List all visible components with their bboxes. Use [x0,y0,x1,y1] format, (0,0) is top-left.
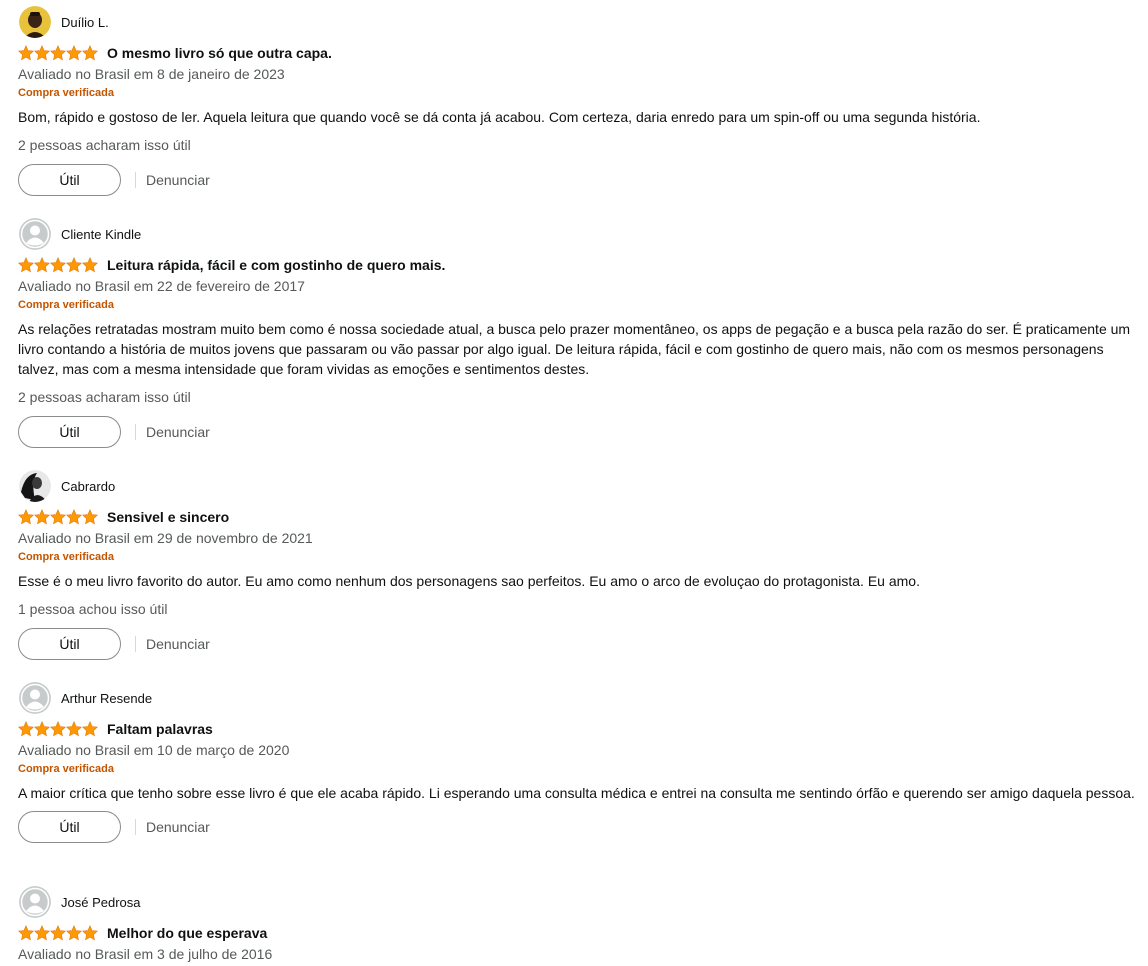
review-card: Cliente Kindle Leitura rápida, fácil e c… [18,218,1138,448]
report-link[interactable]: Denunciar [146,636,210,652]
reviewer-profile[interactable]: Arthur Resende [18,682,1138,714]
star-rating[interactable] [18,257,98,273]
reviewer-name[interactable]: Cliente Kindle [61,227,141,242]
review-body: As relações retratadas mostram muito bem… [18,321,1131,377]
reviewer-name[interactable]: Cabrardo [61,479,115,494]
star-rating[interactable] [18,721,98,737]
verified-purchase-badge[interactable]: Compra verificada [18,297,1138,313]
review-date: Avaliado no Brasil em 22 de fevereiro de… [18,278,305,294]
user-photo-avatar[interactable] [19,470,51,502]
action-divider [135,172,136,188]
useful-button[interactable]: Útil [18,811,121,843]
default-user-avatar[interactable] [19,218,51,250]
reviewer-profile[interactable]: Duílio L. [18,6,1138,38]
report-link[interactable]: Denunciar [146,172,210,188]
helpful-count: 2 pessoas acharam isso útil [18,137,191,153]
verified-purchase-badge[interactable]: Compra verificada [18,761,1138,777]
five-stars-icon [18,509,98,525]
review-title[interactable]: Sensivel e sincero [107,509,229,525]
report-link[interactable]: Denunciar [146,819,210,835]
review-title[interactable]: O mesmo livro só que outra capa. [107,45,332,61]
review-card: José Pedrosa Melhor do que esperava Aval… [18,886,1138,963]
star-rating[interactable] [18,925,98,941]
reviewer-name[interactable]: Arthur Resende [61,691,152,706]
review-card: Arthur Resende Faltam palavras Avaliado … [18,682,1138,843]
useful-button[interactable]: Útil [18,628,121,660]
default-user-avatar[interactable] [19,886,51,918]
five-stars-icon [18,925,98,941]
reviewer-profile[interactable]: José Pedrosa [18,886,1138,918]
review-date: Avaliado no Brasil em 29 de novembro de … [18,530,313,546]
reviewer-profile[interactable]: Cliente Kindle [18,218,1138,250]
verified-purchase-badge[interactable]: Compra verificada [18,85,1138,101]
report-link[interactable]: Denunciar [146,424,210,440]
useful-button[interactable]: Útil [18,416,121,448]
review-card: Duílio L. O mesmo livro só que outra cap… [18,6,1138,196]
verified-purchase-badge[interactable]: Compra verificada [18,549,1138,565]
review-title[interactable]: Leitura rápida, fácil e com gostinho de … [107,257,445,273]
user-photo-avatar[interactable] [19,6,51,38]
review-date: Avaliado no Brasil em 10 de março de 202… [18,742,290,758]
five-stars-icon [18,721,98,737]
review-title[interactable]: Faltam palavras [107,721,213,737]
helpful-count: 2 pessoas acharam isso útil [18,389,191,405]
reviewer-profile[interactable]: Cabrardo [18,470,1138,502]
review-date: Avaliado no Brasil em 8 de janeiro de 20… [18,66,285,82]
review-card: Cabrardo Sensivel e sincero Avaliado no … [18,470,1138,660]
reviewer-name[interactable]: Duílio L. [61,15,109,30]
useful-button[interactable]: Útil [18,164,121,196]
review-body: A maior crítica que tenho sobre esse liv… [18,785,1135,801]
helpful-count: 1 pessoa achou isso útil [18,601,168,617]
action-divider [135,819,136,835]
reviews-list: Duílio L. O mesmo livro só que outra cap… [0,0,1148,966]
reviewer-name[interactable]: José Pedrosa [61,895,141,910]
action-divider [135,424,136,440]
review-body: Esse é o meu livro favorito do autor. Eu… [18,573,920,589]
star-rating[interactable] [18,45,98,61]
action-divider [135,636,136,652]
review-title[interactable]: Melhor do que esperava [107,925,267,941]
review-date: Avaliado no Brasil em 3 de julho de 2016 [18,946,273,962]
star-rating[interactable] [18,509,98,525]
default-user-avatar[interactable] [19,682,51,714]
review-body: Bom, rápido e gostoso de ler. Aquela lei… [18,109,981,125]
five-stars-icon [18,257,98,273]
five-stars-icon [18,45,98,61]
